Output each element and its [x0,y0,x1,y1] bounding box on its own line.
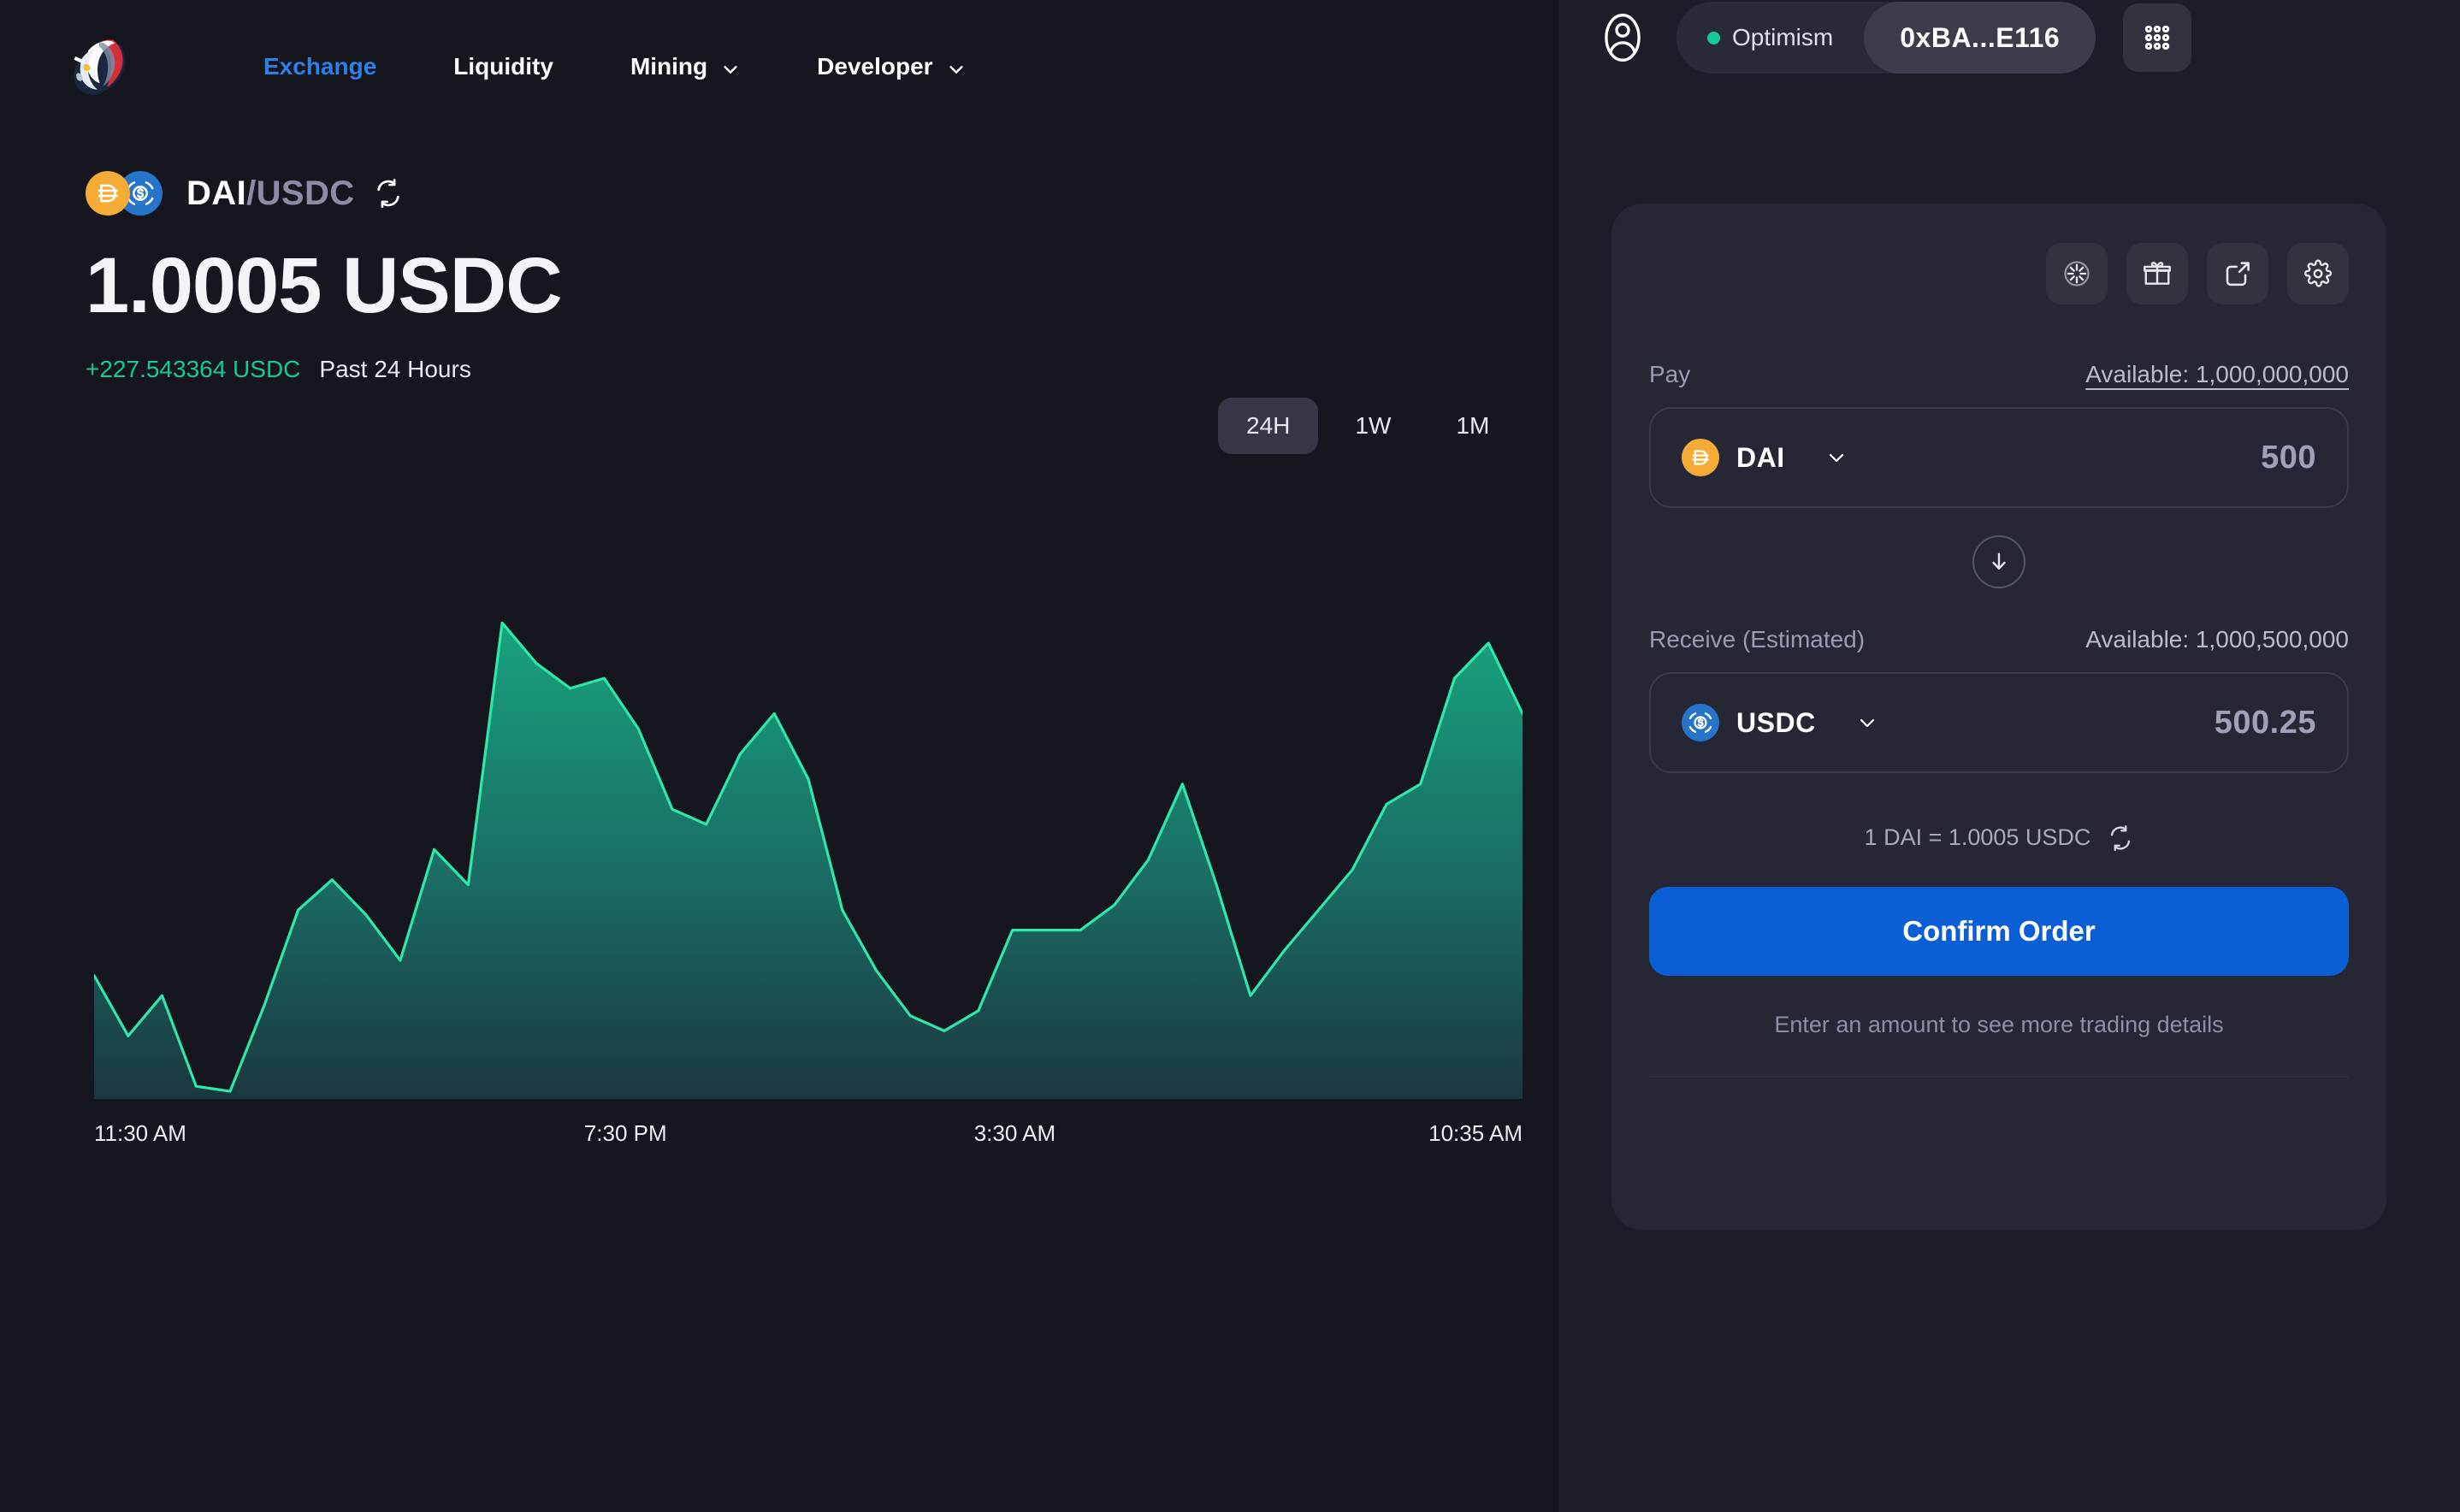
sidebar-panel: Optimism 0xBA...E116 Pay Available: 1,00… [1558,0,2460,1512]
swap-card: Pay Available: 1,000,000,000 DAI 500 Rec… [1611,204,2386,1230]
chevron-down-icon [947,57,966,76]
usdc-coin-icon [1682,704,1719,741]
chart-toggle-icon[interactable] [2046,243,2108,304]
gift-icon[interactable] [2126,243,2188,304]
network-address-bar: Optimism 0xBA...E116 [1676,2,2096,74]
card-divider [1649,1076,2349,1078]
pair-quote: USDC [256,174,355,212]
receive-amount-input[interactable]: 500.25 [2215,705,2316,741]
pair-base: DAI [186,174,247,212]
pay-token-selector[interactable]: DAI [1682,439,1847,476]
price-chart-svg [94,621,1523,1099]
pair-row: DAI/USDC [86,171,1558,216]
pay-available[interactable]: Available: 1,000,000,000 [2085,361,2349,388]
pay-token-symbol: DAI [1736,441,1785,473]
x-tick-label: 10:35 AM [1428,1120,1523,1146]
receive-label-row: Receive (Estimated) Available: 1,000,500… [1649,626,2349,653]
pay-input-row[interactable]: DAI 500 [1649,407,2349,508]
x-tick-label: 3:30 AM [973,1120,1056,1146]
nav-item-mining[interactable]: Mining [630,53,740,80]
unicorn-logo[interactable] [58,27,137,106]
settings-gear-icon[interactable] [2287,243,2349,304]
chart-x-axis: 11:30 AM 7:30 PM 3:30 AM 10:35 AM [94,1120,1523,1155]
pay-amount-input[interactable]: 500 [2261,440,2316,476]
nav-item-exchange[interactable]: Exchange [263,53,376,80]
range-24h[interactable]: 24H [1218,398,1319,454]
page-title: 1.0005 USDC [86,242,563,329]
receive-available: Available: 1,000,500,000 [2085,626,2349,653]
swap-pair-icon[interactable] [374,179,403,208]
pair-separator: / [246,174,257,212]
receive-input-row[interactable]: USDC 500.25 [1649,672,2349,773]
account-bar: Optimism 0xBA...E116 [1558,0,2460,75]
pay-label: Pay [1649,361,1691,387]
receive-label: Receive (Estimated) [1649,626,1866,653]
price-chart[interactable] [94,590,1523,1099]
range-1m[interactable]: 1M [1428,398,1517,454]
app-root: Exchange Liquidity Mining Developer DAI/… [0,0,2460,1512]
top-navigation: Exchange Liquidity Mining Developer [0,0,1558,133]
nav-item-label: Exchange [263,52,377,80]
nav-item-label: Developer [817,52,933,80]
nav-item-liquidity[interactable]: Liquidity [453,53,553,80]
receive-token-selector[interactable]: USDC [1682,704,1878,741]
user-avatar-icon[interactable] [1596,11,1649,64]
pay-label-row: Pay Available: 1,000,000,000 [1649,361,2349,388]
nav-item-label: Mining [630,52,708,80]
x-tick-label: 11:30 AM [94,1120,186,1146]
switch-direction-icon[interactable] [1972,535,2025,588]
apps-grid-icon[interactable] [2123,3,2192,72]
confirm-order-button[interactable]: Confirm Order [1649,887,2349,976]
dai-coin-icon [1682,439,1719,476]
trading-details-hint: Enter an amount to see more trading deta… [1774,1012,2224,1037]
swap-card-toolbar [1649,243,2349,304]
nav-item-developer[interactable]: Developer [817,53,965,80]
range-selector: 24H 1W 1M [1218,398,1517,454]
wallet-address-pill[interactable]: 0xBA...E116 [1864,2,2096,74]
refresh-rate-icon[interactable] [2108,824,2133,851]
price-period: Past 24 Hours [319,356,471,382]
receive-token-symbol: USDC [1736,706,1816,738]
chevron-down-icon [1857,712,1878,733]
price-change: +227.543364 USDC [86,356,301,382]
range-1w[interactable]: 1W [1327,398,1419,454]
x-tick-label: 7:30 PM [583,1120,667,1146]
network-selector[interactable]: Optimism [1707,24,1864,51]
main-content: Exchange Liquidity Mining Developer DAI/… [0,0,1558,1512]
exchange-rate-text: 1 DAI = 1.0005 USDC [1864,824,2091,850]
exchange-rate-row: 1 DAI = 1.0005 USDC [1649,824,2349,851]
network-label: Optimism [1732,24,1834,50]
nav-item-label: Liquidity [453,52,553,80]
dai-coin-icon [86,171,130,216]
network-status-dot [1707,31,1720,44]
pair-title: DAI/USDC [186,174,355,213]
switch-direction-row [1649,535,2349,588]
chevron-down-icon [1826,447,1847,468]
pair-header: DAI/USDC 1.0005 USDC +227.543364 USDC Pa… [0,171,1558,383]
chevron-down-icon [721,57,740,76]
share-icon[interactable] [2207,243,2268,304]
price-subrow: +227.543364 USDC Past 24 Hours [86,356,1558,383]
